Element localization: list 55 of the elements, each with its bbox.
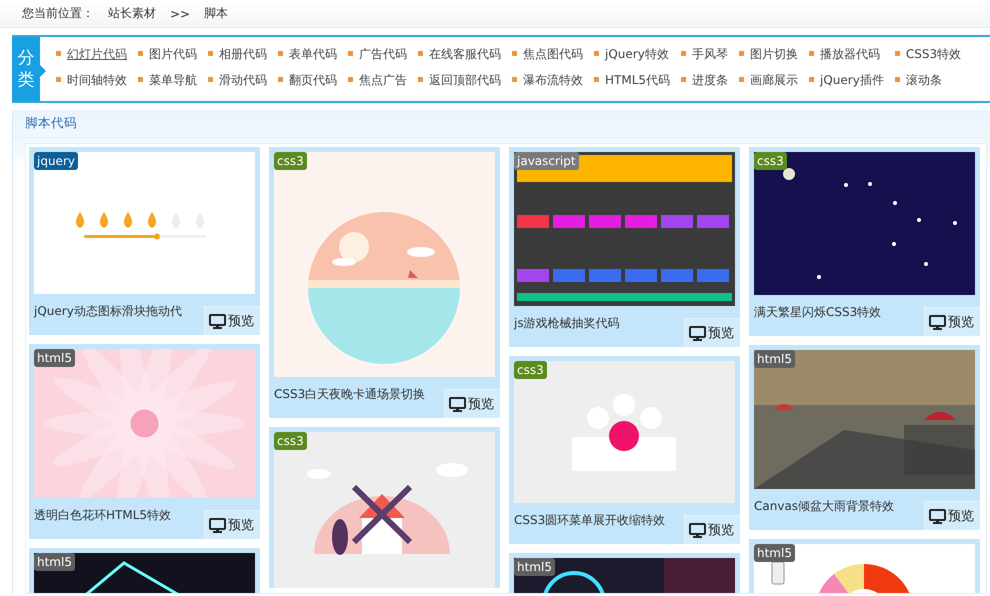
category-link[interactable]: 菜单导航 <box>138 72 197 89</box>
preview-button[interactable]: 预览 <box>204 510 260 539</box>
item-title[interactable]: js游戏枪械抽奖代码 <box>514 306 620 347</box>
category-link[interactable]: 焦点广告 <box>348 72 407 89</box>
category-link[interactable]: 画廊展示 <box>739 72 798 89</box>
category-link[interactable]: 图片切换 <box>739 46 798 63</box>
preview-button[interactable]: 预览 <box>684 515 740 544</box>
item-title[interactable]: Canvas倾盆大雨背景特效 <box>754 489 894 530</box>
item-title[interactable]: 满天繁星闪烁CSS3特效 <box>754 295 882 336</box>
breadcrumb-link[interactable]: 脚本 <box>204 5 228 22</box>
tag-label: css3 <box>514 361 547 379</box>
preview-button[interactable]: 预览 <box>684 318 740 347</box>
preview-button[interactable]: 预览 <box>924 307 980 336</box>
breadcrumb-separator: >> <box>170 6 190 20</box>
tag-label: css3 <box>274 432 307 450</box>
preview-button[interactable]: 预览 <box>924 501 980 530</box>
category-link[interactable]: 在线客服代码 <box>418 46 501 63</box>
category-link[interactable]: HTML5代码 <box>594 72 670 89</box>
category-link[interactable]: 播放器代码 <box>809 46 884 63</box>
tag-label: css3 <box>754 152 787 170</box>
tag-label: html5 <box>754 350 795 368</box>
category-link[interactable]: 广告代码 <box>348 46 407 63</box>
preview-button[interactable]: 预览 <box>204 306 260 335</box>
tag-label: html5 <box>34 349 75 367</box>
tag-label: css3 <box>274 152 307 170</box>
tag-label: html5 <box>514 558 555 576</box>
category-link[interactable]: 翻页代码 <box>278 72 337 89</box>
category-link[interactable]: 图片代码 <box>138 46 197 63</box>
location-label: 您当前位置： <box>22 5 94 22</box>
category-link[interactable]: 表单代码 <box>278 46 337 63</box>
breadcrumb-link[interactable]: 站长素材 <box>108 5 156 22</box>
item-title[interactable]: CSS3白天夜晚卡通场景切换 <box>274 377 426 418</box>
tag-label: jquery <box>34 152 78 170</box>
tag-label: javascript <box>514 152 579 170</box>
tag-label: html5 <box>754 544 795 562</box>
category-link[interactable]: CSS3特效 <box>894 46 962 63</box>
category-link[interactable]: 返回顶部代码 <box>418 72 501 89</box>
item-title[interactable]: CSS3圆环菜单展开收缩特效 <box>514 503 666 544</box>
category-link[interactable]: 进度条 <box>681 72 728 89</box>
item-title[interactable]: jQuery动态图标滑块拖动代 <box>34 294 182 335</box>
category-heading: 分类 <box>18 46 34 92</box>
category-link[interactable]: 手风琴 <box>681 46 728 63</box>
category-link[interactable]: 瀑布流特效 <box>512 72 583 89</box>
panel-title: 脚本代码 <box>25 115 77 132</box>
category-link[interactable]: 滑动代码 <box>208 72 267 89</box>
category-link[interactable]: 幻灯片代码 <box>56 46 127 63</box>
category-link[interactable]: 相册代码 <box>208 46 267 63</box>
category-link[interactable]: 滚动条 <box>894 72 962 89</box>
tag-label: html5 <box>34 553 75 571</box>
preview-button[interactable]: 预览 <box>444 389 500 418</box>
category-link[interactable]: jQuery插件 <box>809 72 884 89</box>
category-link[interactable]: jQuery特效 <box>594 46 670 63</box>
category-link[interactable]: 时间轴特效 <box>56 72 127 89</box>
item-title[interactable]: 透明白色花环HTML5特效 <box>34 498 172 539</box>
category-link[interactable]: 焦点图代码 <box>512 46 583 63</box>
